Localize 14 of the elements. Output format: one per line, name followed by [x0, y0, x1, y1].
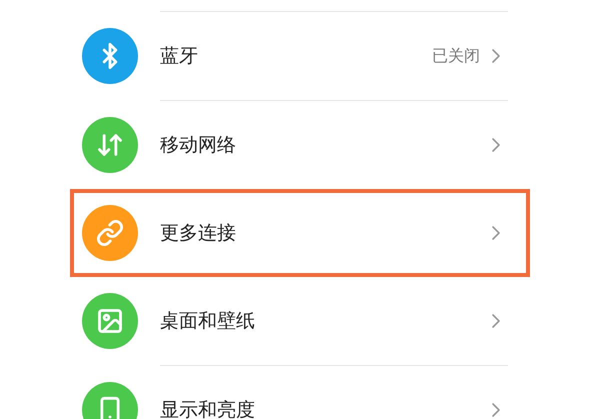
image-icon — [96, 307, 124, 335]
item-value: 已关闭 — [432, 45, 480, 67]
settings-item[interactable]: 显示和亮度 — [70, 366, 530, 419]
item-label: 移动网络 — [160, 132, 237, 158]
item-label: 显示和亮度 — [160, 398, 256, 419]
settings-item[interactable]: 桌面和壁纸 — [70, 277, 530, 365]
link-icon — [96, 219, 124, 247]
arrows-icon — [96, 131, 124, 159]
settings-item[interactable]: 移动网络 — [70, 101, 530, 189]
settings-item[interactable]: 蓝牙 已关闭 — [70, 12, 530, 100]
item-label: 蓝牙 — [160, 44, 199, 69]
item-label: 更多连接 — [160, 220, 237, 246]
item-label: 桌面和壁纸 — [160, 308, 256, 334]
settings-item[interactable]: 更多连接 — [70, 189, 530, 277]
